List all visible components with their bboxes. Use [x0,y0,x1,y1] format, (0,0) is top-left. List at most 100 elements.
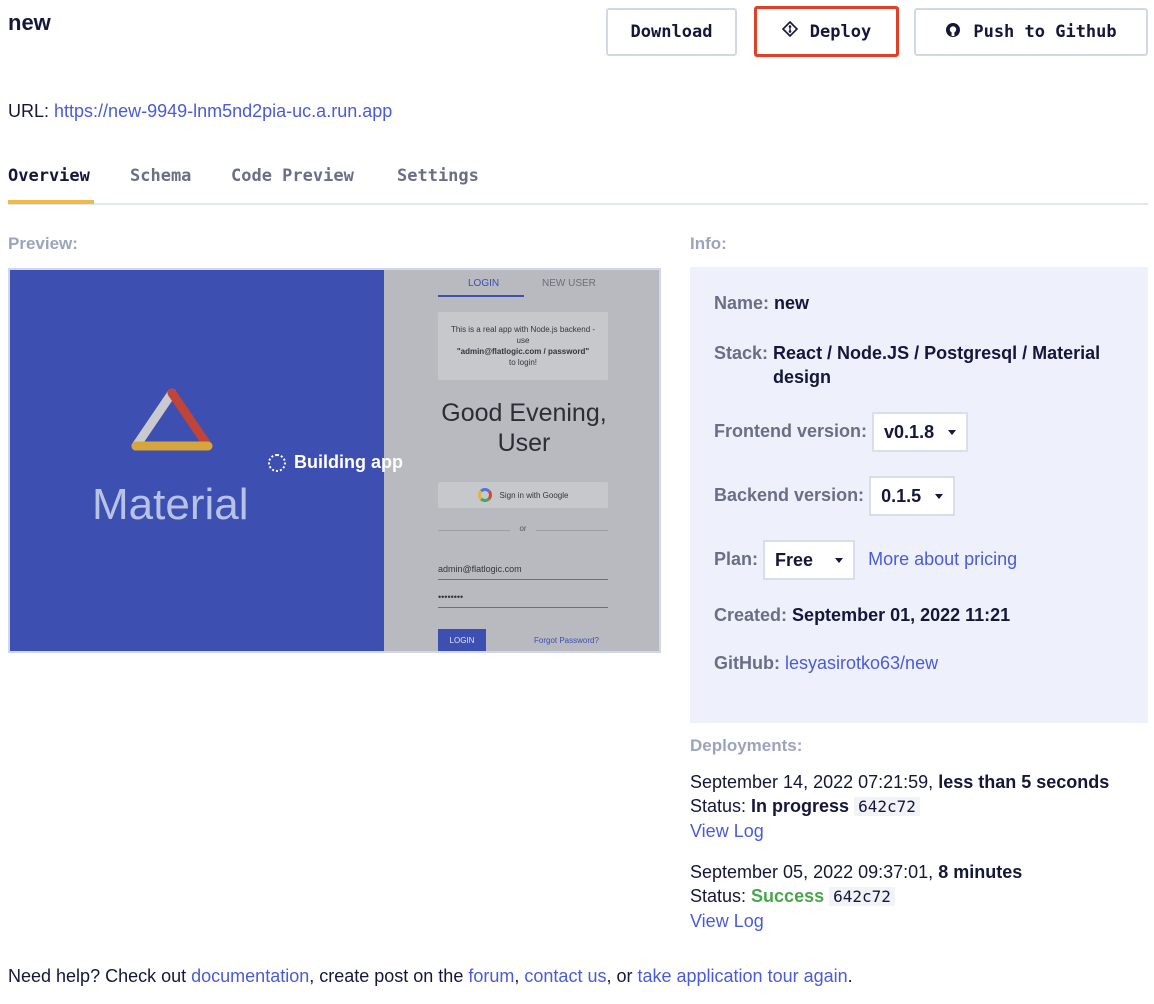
deployments-heading: Deployments: [690,736,803,755]
brand-word: Material [92,480,249,529]
plan-value: Free [775,549,814,570]
deploy-label: Deploy [809,21,872,42]
info-name-value: new [774,293,810,313]
deployment-duration: 8 minutes [938,862,1023,882]
download-button[interactable]: Download [606,8,737,56]
info-frontend-version: Frontend version: v0.1.8 [714,412,969,452]
deploy-button[interactable]: Deploy [754,6,899,57]
status-badge: In progress [751,796,850,816]
chevron-down-icon [948,429,957,435]
tab-code-preview[interactable]: Code Preview [231,166,354,186]
help-text: Need help? Check out [8,966,187,986]
preview-tab-login: LOGIN [468,278,500,289]
preview-tab-new-user: NEW USER [542,278,596,289]
github-key: GitHub: [714,653,780,673]
frontend-version-key: Frontend version: [714,420,868,441]
commit-hash: 642c72 [854,797,920,816]
info-name-key: Name: [714,293,770,313]
plan-key: Plan: [714,548,759,569]
created-value: September 01, 2022 11:21 [792,605,1011,625]
preview-heading: Preview: [8,234,78,253]
chevron-down-icon [935,493,944,499]
tab-bar: Overview Schema Code Preview Settings [8,160,1148,205]
plan-select[interactable]: Free [763,540,856,580]
deployment-duration: less than 5 seconds [938,772,1110,792]
backend-version-select[interactable]: 0.1.5 [869,476,956,516]
preview-password-field: •••••••• [438,592,608,608]
info-panel: Name: new Stack: React / Node.JS / Postg… [690,267,1148,723]
url-label: URL: [8,101,50,121]
preview-forgot-link: Forgot Password? [534,636,599,645]
info-heading: Info: [690,234,727,253]
note-line: This is a real app with Node.js backend … [450,325,596,334]
loading-spinner-icon [268,453,286,472]
building-status: Building app [268,452,403,473]
preview-greeting: Good Evening, User [414,398,634,458]
building-label: Building app [294,452,403,472]
push-to-github-button[interactable]: Push to Github [914,8,1148,56]
tab-overview[interactable]: Overview [8,166,90,186]
preview-login-tabs: LOGIN NEW USER [438,276,608,297]
status-label: Status: [690,886,747,906]
documentation-link[interactable]: documentation [191,966,309,986]
backend-version-key: Backend version: [714,484,865,505]
note-line: use [516,336,530,345]
help-footer: Need help? Check out documentation, crea… [8,966,853,987]
note-line: "admin@flatlogic.com / password" [456,347,590,356]
deployment-date-row: September 05, 2022 09:37:01, 8 minutes [690,860,1022,884]
info-backend-version: Backend version: 0.1.5 [714,476,956,516]
deployment-item: September 05, 2022 09:37:01, 8 minutes S… [690,860,1022,933]
active-tab-indicator [8,200,94,204]
deployment-date: September 14, 2022 07:21:59, [690,772,934,792]
stack-line: React / Node.JS / Postgresql / Material [773,343,1101,363]
view-log-link[interactable]: View Log [690,911,764,931]
backend-version-value: 0.1.5 [881,485,922,506]
help-text: , create post on the [309,966,464,986]
help-text: . [847,966,853,986]
forum-link[interactable]: forum [468,966,514,986]
deployment-status-row: Status: In progress 642c72 [690,794,1109,819]
app-preview[interactable]: Material LOGIN NEW USER This is a real a… [8,268,661,653]
preview-login-panel: LOGIN NEW USER This is a real app with N… [384,270,659,651]
status-badge: Success [751,886,825,906]
info-stack-key: Stack: [714,343,769,363]
info-stack: Stack: React / Node.JS / Postgresql / Ma… [714,341,1100,389]
contact-us-link[interactable]: contact us [524,966,606,986]
note-line: to login! [508,358,538,367]
app-url-link[interactable]: https://new-9949-lnm5nd2pia-uc.a.run.app [54,101,392,121]
tab-settings[interactable]: Settings [397,166,479,186]
commit-hash: 642c72 [829,887,895,906]
help-text: , [514,966,520,986]
preview-google-button: Sign in with Google [438,482,608,508]
created-key: Created: [714,605,788,625]
download-label: Download [630,22,713,42]
material-logo-icon [131,388,213,451]
info-github: GitHub: lesyasirotko63/new [714,653,938,674]
pricing-link[interactable]: More about pricing [868,549,1017,569]
github-repo-link[interactable]: lesyasirotko63/new [785,653,938,673]
tab-schema[interactable]: Schema [130,166,191,186]
deployment-date: September 05, 2022 09:37:01, [690,862,934,882]
deployment-item: September 14, 2022 07:21:59, less than 5… [690,770,1109,843]
deployment-date-row: September 14, 2022 07:21:59, less than 5… [690,770,1109,794]
preview-note: This is a real app with Node.js backend … [438,312,608,380]
google-button-label: Sign in with Google [499,490,569,500]
status-label: Status: [690,796,747,816]
greeting-line: Good Evening, [441,399,607,427]
info-created: Created: September 01, 2022 11:21 [714,605,1010,626]
help-text: , or [606,966,633,986]
app-url-row: URL: https://new-9949-lnm5nd2pia-uc.a.ru… [8,101,392,122]
info-plan: Plan: Free More about pricing [714,540,1017,580]
github-icon [945,22,961,43]
frontend-version-value: v0.1.8 [884,421,935,442]
project-title: new [8,10,51,35]
git-icon [781,20,798,42]
preview-tab-indicator [438,295,524,297]
view-log-link[interactable]: View Log [690,821,764,841]
info-stack-value: React / Node.JS / Postgresql / Material … [773,341,1100,389]
stack-line: design [773,367,832,387]
google-icon [477,488,492,502]
frontend-version-select[interactable]: v0.1.8 [872,412,969,452]
application-tour-link[interactable]: take application tour again [637,966,847,986]
chevron-down-icon [835,557,844,563]
